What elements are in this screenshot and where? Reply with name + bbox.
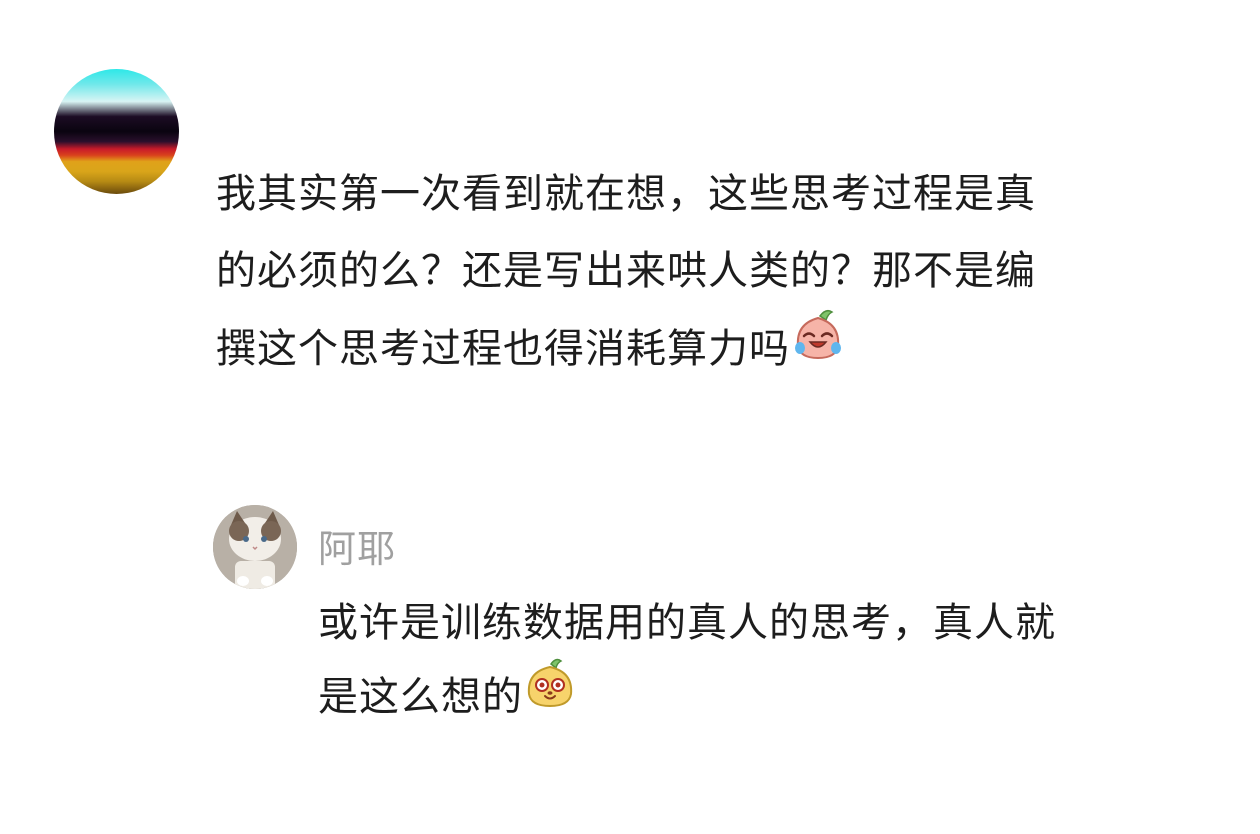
reply: 阿耶 或许是训练数据用的真人的思考，真人就 是这么想的 xyxy=(0,490,1260,770)
comment-text-line: 我其实第一次看到就在想，这些思考过程是真 xyxy=(216,171,1036,217)
grinning-bun-emoji-icon xyxy=(523,656,577,734)
cat-avatar[interactable] xyxy=(213,505,297,589)
comment-text: 我其实第一次看到就在想，这些思考过程是真 的必须的么？还是写出来哄人类的？那不是… xyxy=(216,156,1226,392)
reply-text-line: 是这么想的 xyxy=(318,674,523,720)
comment-text-line: 的必须的么？还是写出来哄人类的？那不是编 xyxy=(216,248,1036,294)
comment-text-line: 撰这个思考过程也得消耗算力吗 xyxy=(216,326,790,372)
reply-text: 或许是训练数据用的真人的思考，真人就 是这么想的 xyxy=(318,586,1218,738)
user-avatar[interactable] xyxy=(54,69,179,194)
crying-laughing-emoji-icon xyxy=(790,306,846,388)
reply-text-line: 或许是训练数据用的真人的思考，真人就 xyxy=(318,600,1056,646)
comment: 我其实第一次看到就在想，这些思考过程是真 的必须的么？还是写出来哄人类的？那不是… xyxy=(0,0,1260,420)
reply-author-name[interactable]: 阿耶 xyxy=(318,518,396,573)
